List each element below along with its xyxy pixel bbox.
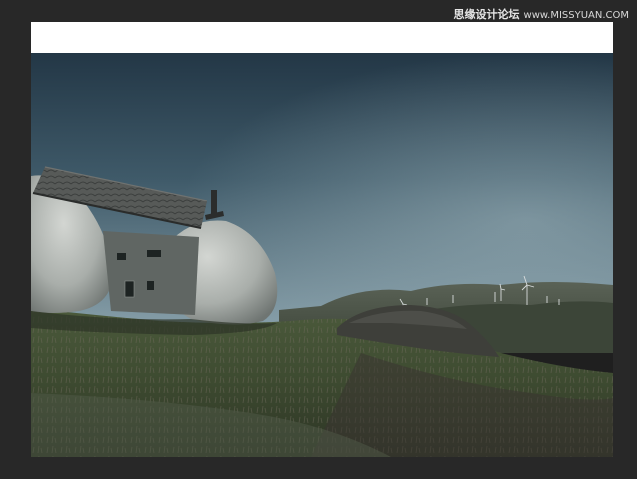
site-watermark: 思缘设计论坛 www.MISSYUAN.COM <box>454 6 629 22</box>
house-window <box>147 250 161 257</box>
document-canvas[interactable] <box>31 22 613 457</box>
watermark-url: www.MISSYUAN.COM <box>523 10 629 21</box>
house-window <box>147 281 154 290</box>
white-top-band <box>31 22 613 53</box>
watermark-chinese-text: 思缘设计论坛 <box>453 8 520 21</box>
house-window <box>117 253 126 260</box>
landscape-photo <box>31 53 613 457</box>
chimney <box>211 190 217 216</box>
house-window <box>124 280 135 298</box>
